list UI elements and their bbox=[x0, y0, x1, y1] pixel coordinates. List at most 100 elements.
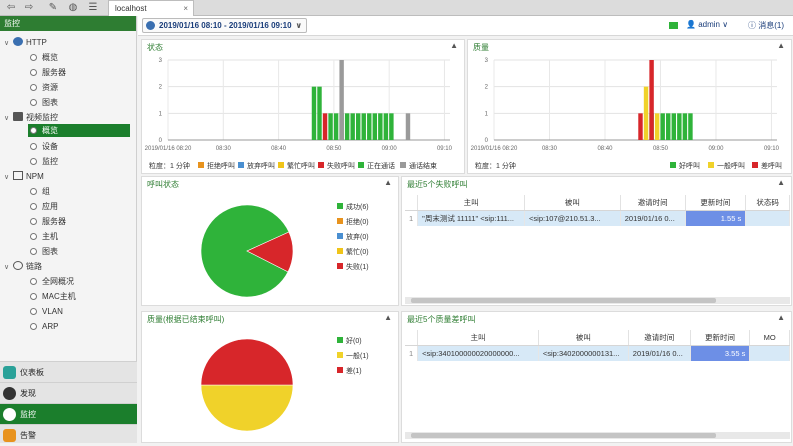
menu-icon[interactable]: ☰ bbox=[86, 2, 100, 14]
legend-item[interactable]: 一般呼叫 bbox=[708, 161, 745, 171]
legend-item[interactable]: 失败呼叫 bbox=[318, 161, 355, 171]
chevron-down-icon[interactable]: ∨ bbox=[4, 112, 13, 125]
tree-item-video-devices[interactable]: 设备 bbox=[30, 140, 58, 153]
legend-swatch bbox=[337, 218, 343, 224]
tree-item-http-overview[interactable]: 概览 bbox=[30, 51, 58, 64]
col-invite-time[interactable]: 邀请时间 bbox=[620, 195, 686, 211]
tree-node-npm[interactable]: ∨ NPM bbox=[4, 170, 44, 183]
col-invite-time[interactable]: 邀请时间 bbox=[628, 330, 691, 346]
tree-node-video[interactable]: ∨ 视频监控 bbox=[4, 111, 58, 124]
table-row[interactable]: 1 <sip:340100000020000000... <sip:340200… bbox=[405, 345, 790, 361]
x-tick-label: 2019/01/16 08:20 bbox=[145, 146, 192, 152]
bar bbox=[344, 113, 350, 140]
legend-item[interactable]: 失败(1) bbox=[337, 262, 369, 272]
legend-swatch bbox=[238, 162, 244, 168]
legend-item[interactable]: 好呼叫 bbox=[670, 161, 700, 171]
legend-item[interactable]: 放弃呼叫 bbox=[238, 161, 275, 171]
tree-item-link-mac[interactable]: MAC主机 bbox=[30, 290, 76, 303]
tree-item-http-servers[interactable]: 服务器 bbox=[30, 66, 66, 79]
tree-item-npm-servers[interactable]: 服务器 bbox=[30, 215, 66, 228]
col-update-time[interactable]: 更新时间 bbox=[685, 195, 747, 211]
col-caller[interactable]: 主叫 bbox=[417, 330, 539, 346]
collapse-icon[interactable]: ▲ bbox=[450, 41, 458, 50]
y-tick-label: 1 bbox=[485, 111, 489, 117]
legend-item[interactable]: 放弃(0) bbox=[337, 232, 369, 242]
tree-item-link-arp[interactable]: ARP bbox=[30, 320, 58, 333]
nav-label: 监控 bbox=[20, 410, 36, 419]
tree-item-npm-groups[interactable]: 组 bbox=[30, 185, 50, 198]
tab-close-icon[interactable]: × bbox=[183, 1, 188, 16]
col-update-time[interactable]: 更新时间 bbox=[690, 330, 751, 346]
legend-item[interactable]: 繁忙(0) bbox=[337, 247, 369, 257]
globe-icon[interactable]: ◍ bbox=[66, 2, 80, 14]
forward-icon[interactable]: ⇨ bbox=[22, 2, 36, 14]
legend-item[interactable]: 正在通话 bbox=[358, 161, 395, 171]
pen-icon[interactable]: ✎ bbox=[46, 2, 60, 14]
user-menu[interactable]: 👤 admin ∨ bbox=[686, 20, 728, 29]
tree-item-npm-hosts[interactable]: 主机 bbox=[30, 230, 58, 243]
collapse-icon[interactable]: ▲ bbox=[384, 178, 392, 187]
tree-node-http[interactable]: ∨ HTTP bbox=[4, 36, 47, 49]
legend-label: 一般呼叫 bbox=[717, 163, 745, 170]
nav-dashboard[interactable]: 仪表板 bbox=[0, 361, 137, 382]
tree-item-link-vlan[interactable]: VLAN bbox=[30, 305, 63, 318]
call-status-pie bbox=[200, 204, 294, 298]
col-status-code[interactable]: 状态码 bbox=[745, 195, 790, 211]
bar bbox=[322, 113, 328, 140]
y-tick-label: 2 bbox=[485, 85, 489, 91]
legend-item[interactable]: 拒绝(0) bbox=[337, 217, 369, 227]
col-mos[interactable]: MO bbox=[749, 330, 790, 346]
bar bbox=[649, 60, 654, 140]
nav-discover[interactable]: 发现 bbox=[0, 382, 137, 403]
nav-monitor[interactable]: 监控 bbox=[0, 403, 137, 424]
user-icon: 👤 bbox=[686, 20, 696, 29]
scrollbar-thumb[interactable] bbox=[411, 433, 716, 438]
col-callee[interactable]: 被叫 bbox=[538, 330, 629, 346]
tree-item-http-charts[interactable]: 图表 bbox=[30, 96, 58, 109]
table-row[interactable]: 1 "周末测试 11111" <sip:111... <sip:107@210.… bbox=[405, 210, 790, 226]
legend-swatch bbox=[318, 162, 324, 168]
legend-item[interactable]: 一般(1) bbox=[337, 351, 369, 361]
chevron-down-icon[interactable]: ∨ bbox=[4, 171, 13, 184]
legend-item[interactable]: 差呼叫 bbox=[752, 161, 782, 171]
tree-item-npm-apps[interactable]: 应用 bbox=[30, 200, 58, 213]
legend-label: 拒绝(0) bbox=[346, 219, 369, 226]
col-caller[interactable]: 主叫 bbox=[417, 195, 526, 211]
tree-item-npm-charts[interactable]: 图表 bbox=[30, 245, 58, 258]
legend-item[interactable]: 拒绝呼叫 bbox=[198, 161, 235, 171]
browser-tab[interactable]: localhost × bbox=[108, 0, 194, 16]
date-range-picker[interactable]: 2019/01/16 08:10 - 2019/01/16 09:10 ∨ bbox=[142, 18, 307, 33]
horizontal-scrollbar[interactable] bbox=[405, 432, 790, 439]
cell-caller: "周末测试 11111" <sip:111... bbox=[417, 210, 526, 226]
bar bbox=[682, 113, 688, 140]
tree-node-link[interactable]: ∨ 链路 bbox=[4, 260, 42, 273]
nav-alerts[interactable]: 告警 bbox=[0, 424, 137, 443]
legend-item[interactable]: 成功(6) bbox=[337, 202, 369, 212]
legend-item[interactable]: 好(0) bbox=[337, 336, 362, 346]
bar bbox=[350, 113, 355, 140]
tree-item-link-overview[interactable]: 全网概况 bbox=[30, 275, 74, 288]
collapse-icon[interactable]: ▲ bbox=[384, 313, 392, 322]
legend-item[interactable]: 繁忙呼叫 bbox=[278, 161, 315, 171]
bar bbox=[311, 86, 317, 140]
tree-node-label: HTTP bbox=[26, 38, 47, 47]
legend-swatch bbox=[337, 263, 343, 269]
scrollbar-thumb[interactable] bbox=[411, 298, 716, 303]
legend-item[interactable]: 差(1) bbox=[337, 366, 362, 376]
x-tick-label: 08:30 bbox=[216, 146, 232, 152]
tree-item-video-overview[interactable]: 概览 bbox=[28, 124, 130, 137]
collapse-icon[interactable]: ▲ bbox=[777, 41, 785, 50]
horizontal-scrollbar[interactable] bbox=[405, 297, 790, 304]
tree-item-video-monitor[interactable]: 监控 bbox=[30, 155, 58, 168]
tree-item-http-resources[interactable]: 资源 bbox=[30, 81, 58, 94]
back-icon[interactable]: ⇦ bbox=[4, 2, 18, 14]
col-callee[interactable]: 被叫 bbox=[524, 195, 621, 211]
messages-link[interactable]: ⓘ 消息(1) bbox=[748, 20, 784, 31]
legend-item[interactable]: 通话结束 bbox=[400, 161, 437, 171]
col-index bbox=[405, 195, 419, 211]
collapse-icon[interactable]: ▲ bbox=[777, 313, 785, 322]
chevron-down-icon[interactable]: ∨ bbox=[4, 37, 13, 50]
cell-callee: <sip:107@210.51.3... bbox=[524, 210, 621, 226]
chevron-down-icon[interactable]: ∨ bbox=[4, 261, 13, 274]
collapse-icon[interactable]: ▲ bbox=[777, 178, 785, 187]
